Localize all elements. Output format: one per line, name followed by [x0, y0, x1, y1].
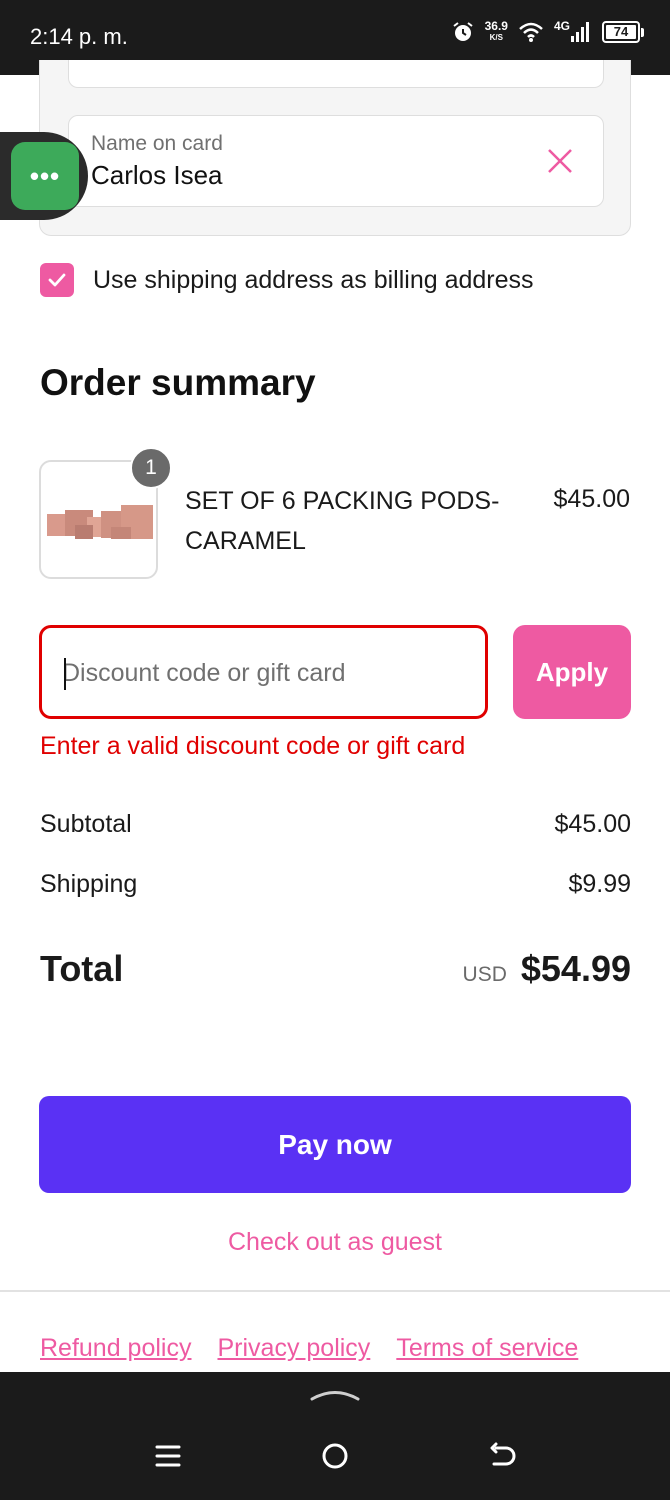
battery-icon: 74	[602, 21, 644, 43]
alarm-icon	[453, 22, 473, 41]
speed-value: 36.9	[484, 19, 508, 33]
product-price: $45.00	[553, 485, 630, 513]
total-value: $54.99	[520, 948, 631, 989]
currency-code: USD	[462, 963, 507, 986]
privacy-policy-link[interactable]: Privacy policy	[217, 1334, 370, 1363]
status-icons: 36.9 K/S 4G 74	[451, 19, 644, 44]
shipping-value: $9.99	[568, 870, 631, 898]
product-name: SET OF 6 PACKING PODS-CARAMEL	[185, 487, 500, 555]
policy-links: Refund policy Privacy policy Terms of se…	[40, 1334, 578, 1363]
clear-icon[interactable]	[545, 146, 575, 176]
billing-address-checkbox-row[interactable]: Use shipping address as billing address	[40, 263, 534, 297]
network-speed: 36.9 K/S	[484, 19, 508, 43]
quantity-badge: 1	[130, 447, 172, 489]
apply-button[interactable]: Apply	[513, 625, 631, 719]
floating-chat-bubble[interactable]: •••	[0, 132, 88, 220]
chevron-up-icon[interactable]	[310, 1386, 360, 1402]
discount-input[interactable]	[62, 652, 462, 694]
subtotal-label: Subtotal	[40, 810, 132, 838]
name-on-card-value[interactable]: Carlos Isea	[91, 160, 223, 191]
status-time: 2:14 p. m.	[30, 24, 128, 49]
navigation-bar	[0, 1372, 670, 1500]
checkout-as-guest-link[interactable]: Check out as guest	[0, 1228, 670, 1257]
terms-of-service-link[interactable]: Terms of service	[396, 1334, 578, 1363]
signal-icon	[571, 22, 589, 42]
shipping-row: Shipping $9.99	[40, 870, 631, 899]
previous-card-field[interactable]	[68, 60, 604, 88]
total-label: Total	[40, 948, 124, 989]
text-caret	[64, 658, 66, 690]
battery-level: 74	[606, 25, 636, 39]
refund-policy-link[interactable]: Refund policy	[40, 1334, 191, 1363]
pay-now-button[interactable]: Pay now	[39, 1096, 631, 1193]
back-icon[interactable]	[488, 1442, 518, 1470]
subtotal-row: Subtotal $45.00	[40, 810, 631, 839]
menu-icon[interactable]	[154, 1442, 182, 1470]
subtotal-value: $45.00	[554, 810, 631, 838]
discount-field[interactable]	[39, 625, 488, 719]
speed-unit: K/S	[489, 33, 503, 42]
discount-error-message: Enter a valid discount code or gift card	[40, 732, 466, 760]
footer-divider	[0, 1290, 670, 1292]
total-row: Total USD $54.99	[40, 948, 631, 990]
billing-checkbox-label: Use shipping address as billing address	[93, 265, 534, 294]
more-dots-icon[interactable]: •••	[11, 142, 79, 210]
billing-checkbox[interactable]	[40, 263, 74, 297]
name-on-card-field[interactable]: Name on card Carlos Isea	[68, 115, 604, 207]
check-icon	[48, 273, 66, 287]
name-on-card-label: Name on card	[91, 132, 223, 155]
shipping-label: Shipping	[40, 870, 138, 898]
card-details-panel: Name on card Carlos Isea	[39, 60, 631, 236]
home-icon[interactable]	[320, 1441, 350, 1471]
wifi-icon	[519, 22, 543, 42]
network-type: 4G	[553, 19, 570, 33]
order-summary-title: Order summary	[40, 362, 316, 403]
